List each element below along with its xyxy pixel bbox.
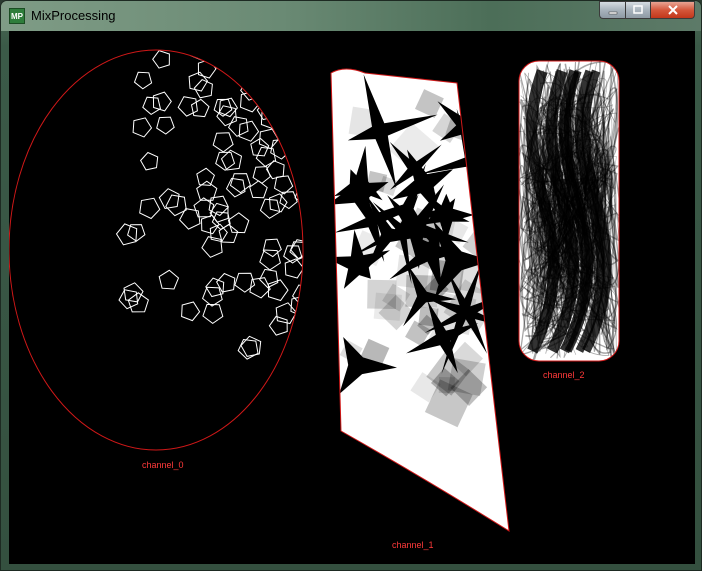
pentagon-shape bbox=[273, 175, 294, 195]
pentagon-shape bbox=[127, 292, 149, 313]
pentagon-shape bbox=[285, 98, 303, 119]
pentagon-shape bbox=[212, 132, 234, 153]
pentagon-shape bbox=[315, 177, 335, 197]
pentagon-shape bbox=[265, 160, 285, 180]
pentagon-shape bbox=[301, 272, 303, 291]
pentagon-shape bbox=[133, 71, 153, 90]
window-title: MixProcessing bbox=[31, 8, 116, 23]
channel-2-view: channel_2 bbox=[518, 60, 620, 380]
pentagon-shape bbox=[290, 360, 303, 381]
channel-0-label: channel_0 bbox=[142, 460, 184, 470]
minimize-icon bbox=[608, 11, 617, 15]
pentagon-shape bbox=[229, 173, 251, 194]
pentagon-shape bbox=[319, 304, 336, 321]
app-icon: MP bbox=[9, 8, 25, 24]
pentagon-shape bbox=[249, 50, 269, 59]
pentagon-shape bbox=[156, 116, 175, 135]
pentagon-shape bbox=[118, 289, 139, 310]
pentagon-shape bbox=[290, 295, 303, 317]
pentagon-shape bbox=[227, 116, 249, 137]
title-bar[interactable]: MP MixProcessing bbox=[1, 1, 701, 31]
channel-0-mask-outline bbox=[9, 49, 304, 451]
pentagon-shape bbox=[262, 238, 282, 258]
mix-stage: channel_0 channel_1 channel_2 bbox=[9, 33, 620, 550]
pentagon-shape bbox=[225, 177, 246, 198]
pentagon-shape bbox=[239, 90, 262, 113]
pentagon-shape bbox=[238, 120, 260, 142]
pentagon-shape bbox=[268, 315, 288, 336]
maximize-button[interactable] bbox=[625, 1, 651, 19]
pentagon-shape bbox=[252, 166, 271, 184]
pentagon-shape bbox=[196, 167, 215, 186]
window-controls bbox=[599, 1, 695, 21]
pentagon-shape bbox=[181, 301, 201, 322]
close-icon bbox=[667, 5, 678, 15]
pentagon-shape bbox=[287, 332, 303, 353]
sketch-canvas[interactable]: channel_0 channel_1 channel_2 bbox=[9, 31, 695, 564]
channel-1-view: channel_1 bbox=[330, 68, 510, 550]
pentagon-shape bbox=[281, 358, 302, 378]
channel-1-label: channel_1 bbox=[392, 540, 434, 550]
pentagon-shape bbox=[305, 33, 322, 50]
channel-2-label: channel_2 bbox=[543, 370, 585, 380]
pentagon-shape bbox=[216, 50, 238, 60]
pentagon-shape bbox=[139, 197, 161, 220]
pentagon-shape bbox=[279, 191, 298, 210]
pentagon-shape bbox=[115, 223, 138, 246]
pentagon-shape bbox=[268, 193, 288, 213]
pentagon-shape bbox=[152, 50, 170, 69]
pentagon-shape bbox=[267, 279, 289, 302]
pentagon-shape bbox=[282, 110, 303, 131]
pentagon-shape bbox=[152, 91, 172, 112]
pentagon-shape bbox=[202, 303, 224, 325]
pentagon-shape bbox=[291, 284, 303, 306]
pentagon-shape bbox=[293, 131, 303, 151]
app-window: MP MixProcessing channel_0 channel_1 cha… bbox=[0, 0, 702, 571]
pentagon-shape bbox=[294, 124, 303, 146]
channel-0-view: channel_0 bbox=[9, 33, 336, 470]
pentagon-shape bbox=[132, 117, 153, 138]
pentagon-shape bbox=[294, 185, 303, 206]
pentagon-shape bbox=[285, 50, 303, 61]
pentagon-shape bbox=[190, 50, 210, 61]
pentagon-shape bbox=[218, 223, 239, 244]
pentagon-shape bbox=[289, 241, 303, 260]
close-button[interactable] bbox=[651, 1, 695, 19]
pentagon-shape bbox=[249, 180, 268, 199]
pentagon-shape bbox=[313, 243, 333, 262]
pentagon-shape bbox=[255, 146, 277, 168]
pentagon-shape bbox=[158, 188, 180, 210]
pentagon-shape bbox=[177, 96, 198, 117]
minimize-button[interactable] bbox=[599, 1, 625, 19]
pentagon-shape bbox=[317, 187, 335, 205]
pentagon-shape bbox=[123, 282, 144, 303]
pentagon-shape bbox=[142, 96, 161, 116]
pentagon-shape bbox=[139, 151, 159, 171]
pentagon-shape bbox=[216, 50, 237, 70]
pentagon-shape bbox=[316, 188, 334, 205]
pentagon-shape bbox=[273, 92, 295, 114]
pentagon-shape bbox=[158, 269, 180, 290]
maximize-icon bbox=[633, 5, 643, 14]
pentagon-shape bbox=[190, 98, 210, 118]
pentagon-shape bbox=[227, 212, 250, 234]
